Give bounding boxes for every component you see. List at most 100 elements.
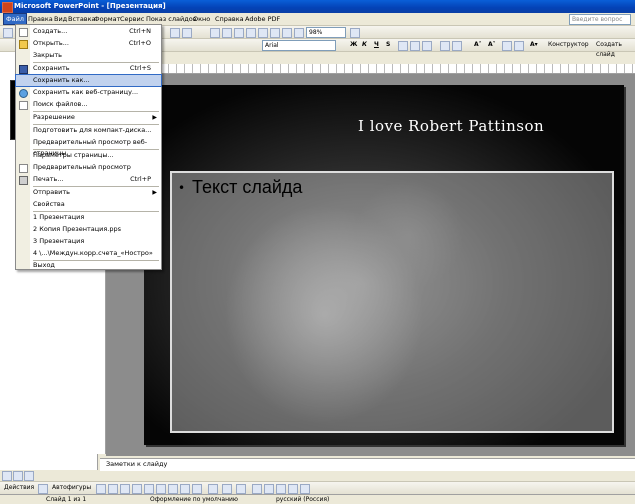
shadow-button[interactable]: S bbox=[386, 40, 390, 50]
window-title: Microsoft PowerPoint - [Презентация] bbox=[14, 2, 166, 10]
menu-item-recent-4[interactable]: 4 \...\Междун.корр.счета_«Ностро» bbox=[16, 248, 161, 259]
align-left-icon[interactable] bbox=[398, 41, 408, 51]
autoshapes-menu[interactable]: Автофигуры bbox=[52, 483, 91, 493]
menu-item-recent-1[interactable]: 1 Презентация bbox=[16, 212, 161, 223]
insert-picture-icon[interactable] bbox=[246, 28, 256, 38]
picture-icon[interactable] bbox=[192, 484, 202, 494]
submenu-arrow-icon: ▶ bbox=[152, 114, 157, 121]
menu-item-new[interactable]: Создать... Ctrl+N bbox=[16, 26, 161, 37]
menu-item-save-as-web[interactable]: Сохранить как веб-страницу... bbox=[16, 87, 161, 98]
arrow-icon[interactable] bbox=[108, 484, 118, 494]
align-right-icon[interactable] bbox=[422, 41, 432, 51]
undo-icon[interactable] bbox=[170, 28, 180, 38]
font-select[interactable]: Arial bbox=[262, 40, 336, 51]
title-bar: Microsoft PowerPoint - [Презентация] bbox=[0, 0, 635, 13]
line-style-icon[interactable] bbox=[252, 484, 262, 494]
fill-color-icon[interactable] bbox=[208, 484, 218, 494]
menu-item-file-search[interactable]: Поиск файлов... bbox=[16, 99, 161, 110]
clipart-icon[interactable] bbox=[180, 484, 190, 494]
decrease-indent-icon[interactable] bbox=[502, 41, 512, 51]
underline-button[interactable]: Ч bbox=[374, 40, 379, 50]
menu-item-close[interactable]: Закрыть bbox=[16, 50, 161, 61]
bullets-icon[interactable] bbox=[452, 41, 462, 51]
menu-item-recent-2[interactable]: 2 Копия Презентация.pps bbox=[16, 224, 161, 235]
powerpoint-app-icon bbox=[2, 2, 13, 13]
menu-help[interactable]: Справка bbox=[213, 14, 246, 24]
open-folder-icon bbox=[19, 40, 28, 49]
textbox-icon[interactable] bbox=[144, 484, 154, 494]
line-icon[interactable] bbox=[96, 484, 106, 494]
line-color-icon[interactable] bbox=[222, 484, 232, 494]
wordart-icon[interactable] bbox=[156, 484, 166, 494]
decrease-font-button[interactable]: A˅ bbox=[488, 40, 496, 50]
select-objects-icon[interactable] bbox=[38, 484, 48, 494]
menu-item-save-as[interactable]: Сохранить как... bbox=[15, 74, 162, 87]
menu-item-package-cd[interactable]: Подготовить для компакт-диска... bbox=[16, 125, 161, 136]
menu-item-send-to[interactable]: Отправить ▶ bbox=[16, 187, 161, 198]
increase-font-button[interactable]: A˄ bbox=[474, 40, 482, 50]
new-slide-button[interactable]: Создать слайд bbox=[596, 40, 635, 58]
slide-body-text[interactable]: Текст слайда bbox=[192, 177, 302, 198]
grid-icon[interactable] bbox=[282, 28, 292, 38]
show-formatting-icon[interactable] bbox=[270, 28, 280, 38]
help-icon[interactable] bbox=[350, 28, 360, 38]
menu-window[interactable]: Окно bbox=[191, 14, 212, 24]
menu-item-page-setup[interactable]: Параметры страницы... bbox=[16, 150, 161, 161]
actions-menu[interactable]: Действия bbox=[4, 483, 34, 493]
diagram-icon[interactable] bbox=[168, 484, 178, 494]
font-color-button[interactable]: A▾ bbox=[530, 40, 538, 50]
tables-borders-icon[interactable] bbox=[234, 28, 244, 38]
menu-item-open[interactable]: Открыть... Ctrl+O bbox=[16, 38, 161, 49]
menu-item-permission[interactable]: Разрешение ▶ bbox=[16, 112, 161, 123]
submenu-arrow-icon: ▶ bbox=[152, 189, 157, 196]
file-menu-dropdown: Создать... Ctrl+N Открыть... Ctrl+O Закр… bbox=[15, 24, 162, 270]
menu-item-print-preview[interactable]: Предварительный просмотр bbox=[16, 162, 161, 173]
color-grayscale-icon[interactable] bbox=[294, 28, 304, 38]
dash-style-icon[interactable] bbox=[264, 484, 274, 494]
font-color-icon[interactable] bbox=[236, 484, 246, 494]
menu-adobe-pdf[interactable]: Adobe PDF bbox=[243, 14, 282, 24]
italic-button[interactable]: К bbox=[362, 40, 367, 50]
search-icon bbox=[19, 101, 28, 110]
3d-style-icon[interactable] bbox=[300, 484, 310, 494]
new-file-icon bbox=[19, 28, 28, 37]
shadow-style-icon[interactable] bbox=[288, 484, 298, 494]
menu-tools[interactable]: Сервис bbox=[118, 14, 146, 24]
rectangle-icon[interactable] bbox=[120, 484, 130, 494]
slide-sorter-icon[interactable] bbox=[13, 471, 23, 481]
menu-item-print[interactable]: Печать... Ctrl+P bbox=[16, 174, 161, 185]
increase-indent-icon[interactable] bbox=[514, 41, 524, 51]
bold-button[interactable]: Ж bbox=[350, 40, 357, 50]
align-center-icon[interactable] bbox=[410, 41, 420, 51]
chart-icon[interactable] bbox=[210, 28, 220, 38]
notes-pane[interactable]: Заметки к слайду bbox=[100, 458, 635, 471]
menu-item-web-preview[interactable]: Предварительный просмотр веб-страницы bbox=[16, 137, 161, 157]
printer-icon bbox=[19, 176, 28, 185]
menu-item-properties[interactable]: Свойства bbox=[16, 199, 161, 210]
bullet-icon: • bbox=[178, 181, 186, 195]
menu-item-recent-3[interactable]: 3 Презентация bbox=[16, 236, 161, 247]
horizontal-ruler bbox=[105, 64, 635, 74]
help-search-input[interactable]: Введите вопрос bbox=[569, 14, 631, 25]
new-icon[interactable] bbox=[3, 28, 13, 38]
web-page-icon bbox=[19, 89, 28, 98]
table-icon[interactable] bbox=[222, 28, 232, 38]
oval-icon[interactable] bbox=[132, 484, 142, 494]
menu-item-save[interactable]: Сохранить Ctrl+S bbox=[16, 63, 161, 74]
slide-title[interactable]: I love Robert Pattinson bbox=[358, 117, 598, 135]
slideshow-icon[interactable] bbox=[24, 471, 34, 481]
save-disk-icon bbox=[19, 65, 28, 74]
menu-edit[interactable]: Правка bbox=[26, 14, 55, 24]
numbering-icon[interactable] bbox=[440, 41, 450, 51]
designer-button[interactable]: Конструктор bbox=[548, 40, 589, 50]
arrow-style-icon[interactable] bbox=[276, 484, 286, 494]
notes-placeholder: Заметки к слайду bbox=[106, 460, 168, 468]
expand-all-icon[interactable] bbox=[258, 28, 268, 38]
slide-canvas[interactable]: I love Robert Pattinson • Текст слайда bbox=[144, 85, 624, 445]
drawing-toolbar: Действия Автофигуры bbox=[0, 481, 635, 494]
redo-icon[interactable] bbox=[182, 28, 192, 38]
normal-view-icon[interactable] bbox=[2, 471, 12, 481]
zoom-select[interactable]: 98% bbox=[306, 27, 346, 38]
slide-content-placeholder[interactable]: • Текст слайда bbox=[170, 171, 614, 433]
menu-item-exit[interactable]: Выход bbox=[16, 261, 161, 269]
